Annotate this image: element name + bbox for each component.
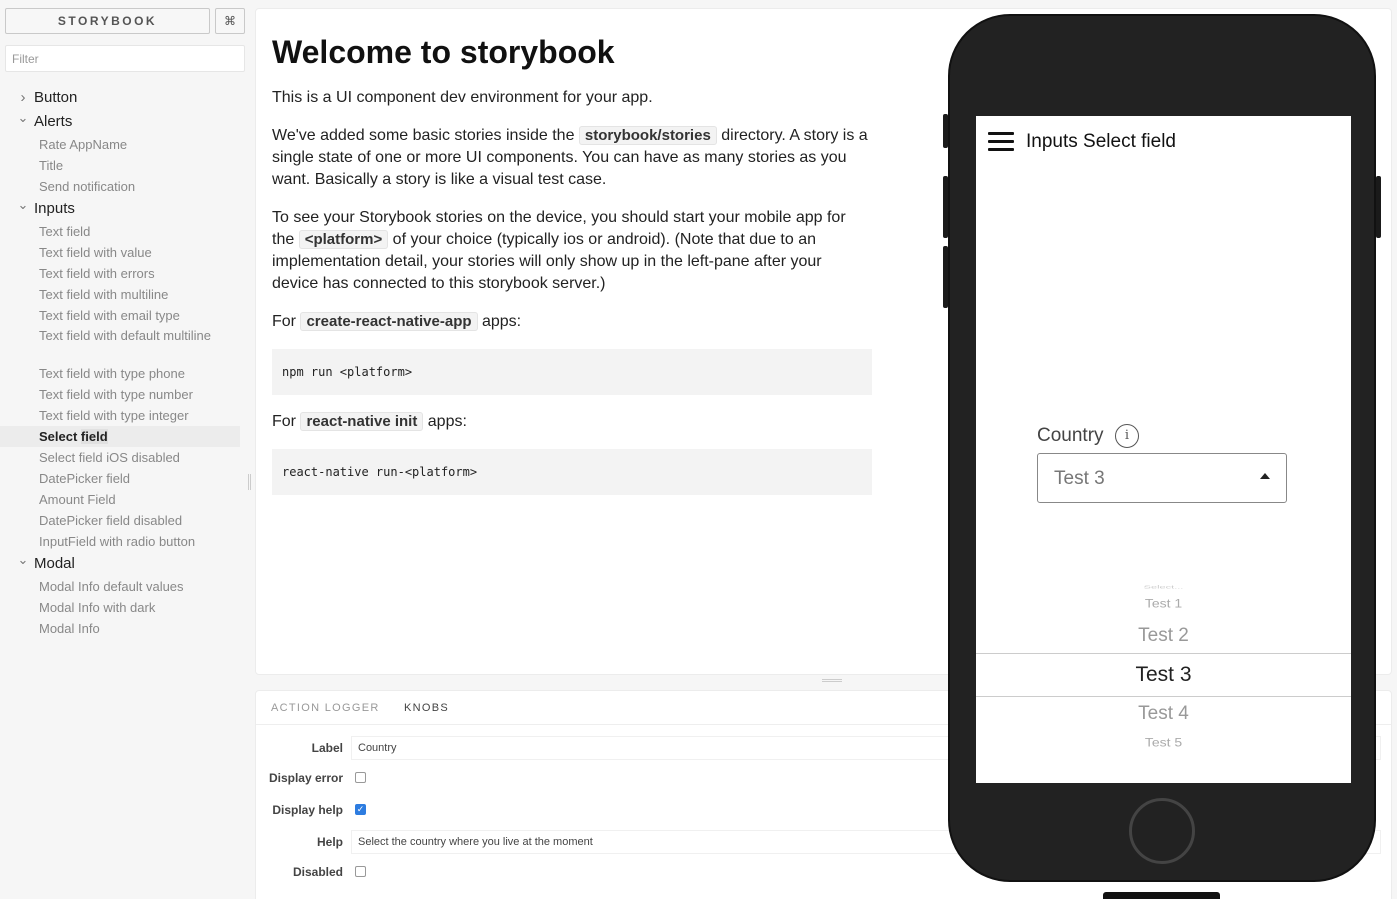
inline-code: react-native init (300, 412, 424, 431)
option-picker[interactable]: Select... Test 1 Test 2 Test 3 Test 4 Test 5 (976, 583, 1351, 783)
chevron-down-icon: ⌄ (17, 197, 29, 212)
sidebar-story[interactable]: Text field with value (0, 242, 250, 263)
picker-option[interactable]: Select... (976, 584, 1351, 589)
code-block: react-native run-<platform> (272, 449, 872, 495)
bottom-edge (1103, 892, 1220, 899)
home-button[interactable] (1129, 798, 1195, 864)
app-bar: Inputs Select field (976, 116, 1351, 168)
doc-text: apps: (477, 313, 522, 330)
picker-option[interactable]: Test 2 (976, 625, 1351, 647)
display-help-checkbox[interactable]: ✓ (355, 804, 366, 815)
menu-icon[interactable] (988, 132, 1014, 152)
shortcuts-button[interactable]: ⌘ (215, 8, 245, 34)
sidebar-story[interactable]: Modal Info with dark (0, 597, 250, 618)
sidebar-story[interactable]: Title (0, 155, 250, 176)
picker-option-selected[interactable]: Test 3 (976, 663, 1351, 687)
inline-code: storybook/stories (578, 126, 717, 145)
disabled-checkbox[interactable] (355, 866, 366, 877)
mute-switch (943, 114, 948, 148)
picker-option[interactable]: Test 4 (976, 703, 1351, 725)
doc-paragraph: For create-react-native-app apps: (272, 311, 872, 333)
picker-option[interactable]: Test 1 (976, 596, 1351, 610)
knob-label: Label (311, 741, 343, 755)
picker-divider (976, 696, 1351, 697)
panel-resize-handle[interactable] (822, 679, 842, 682)
sidebar-story[interactable]: Text field with errors (0, 263, 250, 284)
welcome-doc: Welcome to storybook This is a UI compon… (272, 31, 872, 511)
sidebar-story[interactable]: Select field (0, 426, 240, 447)
sidebar-story[interactable]: Text field with type integer (0, 405, 250, 426)
sidebar-story[interactable]: Text field with default multiline (0, 326, 250, 363)
sidebar-story[interactable]: Text field with multiline (0, 284, 250, 305)
select-field-label: Country (1037, 425, 1104, 446)
sidebar-story[interactable]: Amount Field (0, 489, 250, 510)
doc-title: Welcome to storybook (272, 34, 615, 70)
sidebar: STORYBOOK ⌘ ›Button⌄AlertsRate AppNameTi… (0, 0, 251, 899)
doc-text: apps: (423, 413, 467, 430)
knob-label: Display help (272, 803, 343, 817)
sidebar-kind-label: Inputs (34, 200, 75, 217)
sidebar-story[interactable]: DatePicker field disabled (0, 510, 250, 531)
display-error-checkbox[interactable] (355, 772, 366, 783)
doc-text: We've added some basic stories inside th… (272, 127, 579, 144)
sidebar-kind-label: Alerts (34, 113, 73, 130)
doc-text: This is a UI component dev environment f… (272, 89, 653, 106)
device-screen: Inputs Select field Country i Test 3 Sel… (976, 116, 1351, 783)
storybook-app: STORYBOOK ⌘ ›Button⌄AlertsRate AppNameTi… (0, 0, 1397, 899)
doc-text: For (272, 313, 301, 330)
select-value: Test 3 (1054, 468, 1105, 489)
picker-option[interactable]: Test 5 (976, 735, 1351, 749)
sidebar-kind-button[interactable]: › Button (0, 86, 250, 110)
sidebar-story[interactable]: Text field with type number (0, 384, 250, 405)
inline-code: create-react-native-app (300, 312, 478, 331)
code-block: npm run <platform> (272, 349, 872, 395)
doc-paragraph: For react-native init apps: (272, 411, 872, 433)
power-button (1376, 176, 1381, 238)
storybook-brand-button[interactable]: STORYBOOK (5, 8, 210, 34)
tab-knobs[interactable]: KNOBS (404, 702, 449, 714)
sidebar-resize-handle[interactable] (248, 474, 251, 490)
volume-down-button (943, 246, 948, 308)
knob-label: Display error (268, 771, 343, 785)
sidebar-kind-inputs[interactable]: ⌄ Inputs (0, 197, 250, 221)
sidebar-story[interactable]: Text field with type phone (0, 363, 250, 384)
sidebar-story[interactable]: InputField with radio button (0, 531, 250, 552)
stories-tree: › Button ⌄ Alerts Rate AppName Title Send noti… (0, 86, 250, 639)
sidebar-kind-label: Button (34, 89, 78, 106)
doc-paragraph: This is a UI component dev environment f… (272, 87, 872, 109)
app-title: Inputs Select field (1026, 131, 1176, 152)
volume-up-button (943, 176, 948, 238)
sidebar-story[interactable]: Modal Info default values (0, 576, 250, 597)
doc-paragraph: To see your Storybook stories on the dev… (272, 207, 872, 295)
chevron-down-icon: ⌄ (17, 110, 29, 125)
device-frame: Inputs Select field Country i Test 3 Sel… (943, 14, 1381, 882)
sidebar-kind-alerts[interactable]: ⌄ Alerts (0, 110, 250, 134)
sidebar-story[interactable]: Text field with email type (0, 305, 250, 326)
tab-action-logger[interactable]: ACTION LOGGER (271, 702, 380, 714)
sidebar-story[interactable]: Rate AppName (0, 134, 250, 155)
filter-match-highlight: field (80, 429, 108, 444)
doc-text: For (272, 413, 301, 430)
sidebar-story[interactable]: Modal Info (0, 618, 250, 639)
sidebar-story[interactable]: Text field (0, 221, 250, 242)
knob-label: Help (316, 835, 343, 849)
sidebar-story[interactable]: Select field iOS disabled (0, 447, 250, 468)
sidebar-kind-label: Modal (34, 555, 75, 572)
sidebar-story[interactable]: Send notification (0, 176, 250, 197)
knob-label: Disabled (292, 865, 343, 879)
inline-code: <platform> (298, 230, 389, 249)
info-icon[interactable]: i (1115, 424, 1139, 448)
story-label: Select (39, 429, 81, 444)
sidebar-story[interactable]: DatePicker field (0, 468, 250, 489)
country-select[interactable]: Test 3 (1037, 453, 1287, 503)
chevron-down-icon: ⌄ (17, 552, 29, 567)
picker-divider (976, 653, 1351, 654)
doc-paragraph: We've added some basic stories inside th… (272, 125, 872, 191)
caret-up-icon (1260, 473, 1270, 479)
filter-input[interactable] (5, 45, 245, 72)
sidebar-kind-modal[interactable]: ⌄ Modal (0, 552, 250, 576)
